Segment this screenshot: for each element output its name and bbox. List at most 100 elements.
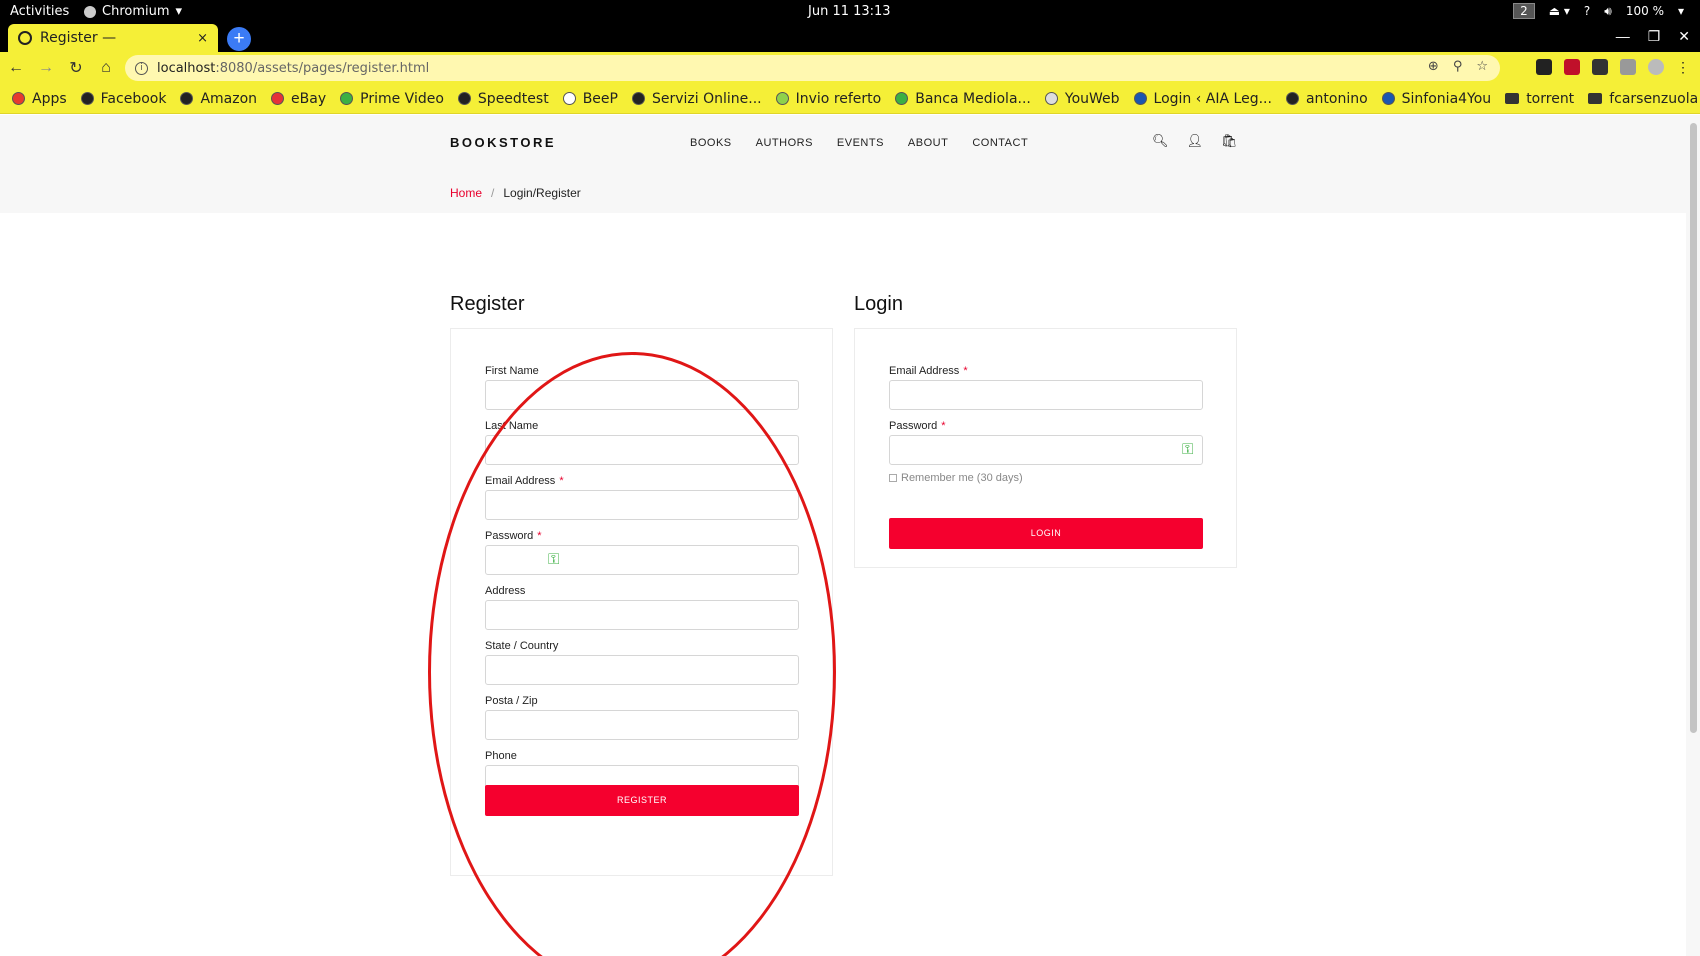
bookmark-item[interactable]: Apps xyxy=(12,91,67,107)
profile-icon[interactable] xyxy=(1648,59,1664,75)
key-icon[interactable]: ⚿ xyxy=(1182,441,1193,458)
login-email-address-input[interactable] xyxy=(889,380,1203,410)
register-button[interactable]: REGISTER xyxy=(485,785,799,816)
back-icon[interactable]: ← xyxy=(2,59,30,77)
bookmark-item[interactable]: Speedtest xyxy=(457,91,549,107)
nav-books[interactable]: BOOKS xyxy=(690,137,732,149)
reload-icon[interactable]: ↻ xyxy=(62,58,90,78)
extension-icon[interactable] xyxy=(1620,59,1636,75)
menu-kebab-icon[interactable]: ⋮ xyxy=(1676,59,1690,75)
field-label: Password * xyxy=(889,420,946,432)
register-state-country-input[interactable] xyxy=(485,655,799,685)
cart-icon[interactable]: 🛍︎ xyxy=(1221,133,1238,149)
bookmark-item[interactable]: Facebook xyxy=(80,91,166,107)
register-address-input[interactable] xyxy=(485,600,799,630)
bookmark-item[interactable]: torrent xyxy=(1505,91,1574,107)
register-posta-zip-input[interactable] xyxy=(485,710,799,740)
forward-icon[interactable]: → xyxy=(32,59,60,77)
activities-button[interactable]: Activities xyxy=(10,4,69,19)
login-button[interactable]: LOGIN xyxy=(889,518,1203,549)
eject-icon[interactable]: ⏏ ▾ xyxy=(1549,4,1570,18)
register-email-address-input[interactable] xyxy=(485,490,799,520)
address-bar[interactable]: i localhost:8080/assets/pages/register.h… xyxy=(125,55,1500,81)
required-mark: * xyxy=(963,365,968,377)
bookmark-item[interactable]: eBay xyxy=(271,91,326,107)
field-label-text: Last Name xyxy=(485,420,539,432)
app-menu[interactable]: Chromium ▾ xyxy=(84,4,182,19)
field-label-text: Email Address xyxy=(485,475,556,487)
login-title: Login xyxy=(854,293,903,315)
folder-icon xyxy=(1588,93,1603,104)
ublock-icon[interactable] xyxy=(1564,59,1580,75)
minimize-icon[interactable]: — xyxy=(1616,28,1630,45)
scrollbar-thumb[interactable] xyxy=(1690,123,1697,733)
required-mark: * xyxy=(537,530,542,542)
close-window-icon[interactable]: ✕ xyxy=(1678,28,1690,45)
info-icon[interactable]: i xyxy=(135,61,148,75)
clock[interactable]: Jun 11 13:13 xyxy=(808,4,891,19)
page-icon xyxy=(1044,92,1058,105)
bookmark-item[interactable]: Banca Mediola... xyxy=(895,91,1031,107)
bookmark-item[interactable]: fcarsenzuola xyxy=(1588,91,1698,107)
register-last-name-input[interactable] xyxy=(485,435,799,465)
bookmark-item[interactable]: Prime Video xyxy=(340,91,444,107)
zoom-icon[interactable]: ⚲ xyxy=(1453,59,1463,74)
search-icon[interactable]: 🔍︎ xyxy=(1152,133,1169,149)
bookmark-item[interactable]: YouWeb xyxy=(1044,90,1120,107)
nav-authors[interactable]: AUTHORS xyxy=(756,137,813,149)
field-label: Last Name xyxy=(485,420,538,432)
extension-icon[interactable] xyxy=(1592,59,1608,75)
shield-icon xyxy=(1381,92,1395,105)
page-viewport: BOOKSTORE BOOKS AUTHORS EVENTS ABOUT CON… xyxy=(0,115,1700,956)
field-label-text: First Name xyxy=(485,365,539,377)
bookmark-item[interactable]: Servizi Online... xyxy=(631,90,762,107)
register-first-name-input[interactable] xyxy=(485,380,799,410)
home-icon[interactable]: ⌂ xyxy=(92,59,120,77)
play-icon xyxy=(340,92,354,105)
close-icon[interactable]: × xyxy=(197,31,208,46)
nav-about[interactable]: ABOUT xyxy=(908,137,948,149)
bookmark-label: BeeP xyxy=(582,90,618,107)
field-label-text: Address xyxy=(485,585,526,597)
field-label: Email Address * xyxy=(485,475,564,487)
new-tab-button[interactable]: + xyxy=(227,27,251,51)
bank-icon xyxy=(895,92,909,105)
nav-events[interactable]: EVENTS xyxy=(837,137,884,149)
bookmark-item[interactable]: antonino xyxy=(1285,91,1368,107)
site-header: BOOKSTORE BOOKS AUTHORS EVENTS ABOUT CON… xyxy=(0,115,1686,213)
key-icon[interactable]: ⚿ xyxy=(548,551,559,568)
bookmark-label: Prime Video xyxy=(360,90,444,107)
bookmark-label: Servizi Online... xyxy=(651,90,762,107)
bookmark-item[interactable]: Amazon xyxy=(180,91,257,107)
bookmark-label: YouWeb xyxy=(1064,90,1120,107)
translate-icon[interactable]: ⊕ xyxy=(1428,59,1439,74)
bookmark-item[interactable]: BeeP xyxy=(562,90,618,107)
nav-contact[interactable]: CONTACT xyxy=(972,137,1028,149)
folder-icon xyxy=(1505,93,1520,104)
remember-checkbox[interactable] xyxy=(889,474,897,482)
extension-icon[interactable] xyxy=(1536,59,1552,75)
bookmark-item[interactable]: Sinfonia4You xyxy=(1381,91,1491,107)
chromium-icon xyxy=(84,5,96,18)
breadcrumb-current: Login/Register xyxy=(503,186,581,200)
remember-me[interactable]: Remember me (30 days) xyxy=(889,472,1023,484)
bookmark-label: fcarsenzuola xyxy=(1609,90,1699,107)
register-password-input[interactable] xyxy=(485,545,799,575)
star-icon[interactable]: ☆ xyxy=(1476,59,1488,74)
globe-icon xyxy=(1285,92,1299,105)
restore-icon[interactable]: ❐ xyxy=(1648,28,1661,45)
browser-toolbar: ← → ↻ ⌂ i localhost:8080/assets/pages/re… xyxy=(0,52,1700,84)
site-logo[interactable]: BOOKSTORE xyxy=(450,135,556,150)
system-tray[interactable]: 2 ⏏ ▾ ? 🔊︎ 100 % ▾ xyxy=(1513,3,1684,19)
login-password-input[interactable] xyxy=(889,435,1203,465)
tab-register[interactable]: Register — × xyxy=(8,24,218,52)
globe-icon xyxy=(18,31,32,45)
scrollbar[interactable] xyxy=(1686,115,1700,956)
bookmark-item[interactable]: Invio referto xyxy=(775,91,881,107)
workspace-indicator[interactable]: 2 xyxy=(1513,3,1535,19)
breadcrumb-home[interactable]: Home xyxy=(450,186,482,200)
bookmark-item[interactable]: Login ‹ AIA Leg... xyxy=(1133,91,1272,107)
battery-status: 100 % xyxy=(1625,4,1664,18)
main-nav: BOOKS AUTHORS EVENTS ABOUT CONTACT xyxy=(690,137,1028,149)
user-icon[interactable]: 👤︎ xyxy=(1187,133,1204,149)
